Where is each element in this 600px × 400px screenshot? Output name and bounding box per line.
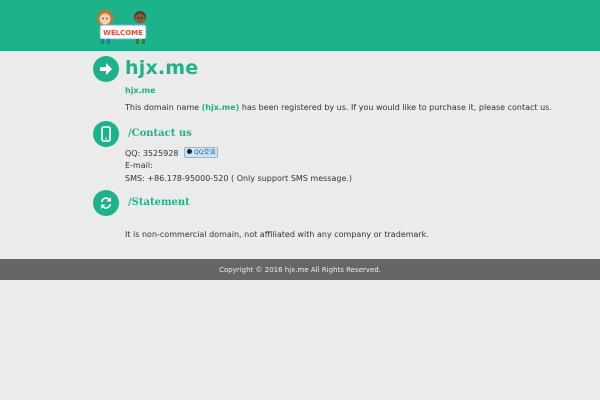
header-bar: WELCOME — [0, 0, 600, 51]
email-label: E-mail: — [125, 161, 153, 170]
contact-heading: /Contact us — [128, 128, 192, 139]
svg-text:WELCOME: WELCOME — [103, 29, 143, 37]
qq-badge-label: QQ交谈 — [194, 149, 216, 156]
qq-line: QQ: 3525928 QQ交谈 — [125, 147, 219, 159]
intro-after: has been registered by us. If you would … — [239, 103, 552, 112]
footer: Copyright © 2016 hjx.me All Rights Reser… — [0, 259, 600, 280]
intro-text: This domain name (hjx.me) has been regis… — [125, 103, 552, 112]
subdomain-label: hjx.me — [125, 86, 156, 95]
qq-label: QQ: 3525928 — [125, 149, 179, 158]
copyright-text: Copyright © 2016 hjx.me All Rights Reser… — [219, 265, 381, 274]
phone-icon — [93, 121, 119, 147]
statement-heading: /Statement — [128, 197, 190, 208]
refresh-icon — [93, 190, 119, 216]
qq-icon — [187, 149, 193, 154]
qq-chat-button[interactable]: QQ交谈 — [184, 147, 219, 158]
intro-domain: (hjx.me) — [201, 103, 240, 112]
welcome-logo: WELCOME — [92, 6, 154, 46]
sms-label: SMS: +86.178-95000-520 ( Only support SM… — [125, 174, 353, 183]
arrow-right-icon — [93, 56, 119, 82]
statement-text: It is non-commercial domain, not affilia… — [125, 230, 429, 239]
intro-before: This domain name — [125, 103, 202, 112]
page-title: hjx.me — [125, 57, 199, 79]
